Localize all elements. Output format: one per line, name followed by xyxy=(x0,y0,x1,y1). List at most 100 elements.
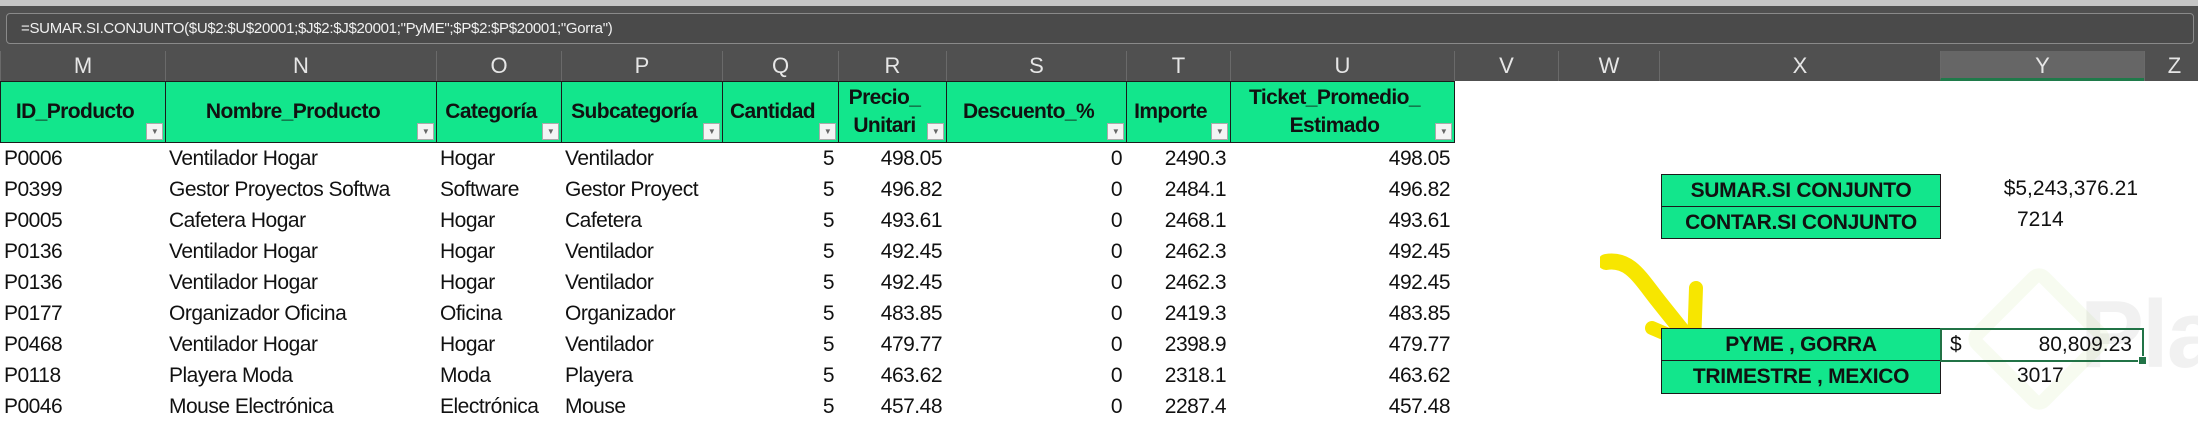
trimestre-mexico-label[interactable]: TRIMESTRE , MEXICO xyxy=(1661,360,1941,394)
table-cell-N[interactable]: Playera Moda xyxy=(165,360,438,391)
table-cell-Q[interactable]: 5 xyxy=(722,298,838,329)
column-header-R[interactable]: R xyxy=(838,51,946,81)
table-cell-N[interactable]: Ventilador Hogar xyxy=(165,329,438,360)
table-cell-Q[interactable]: 5 xyxy=(722,205,838,236)
filter-dropdown-icon[interactable]: ▼ xyxy=(417,123,434,140)
table-cell-T[interactable]: 2484.1 xyxy=(1126,174,1230,205)
selected-cell-Y[interactable]: $ 80,809.23 xyxy=(1940,328,2147,365)
table-cell-R[interactable]: 457.48 xyxy=(838,391,946,422)
sumar-si-conjunto-label[interactable]: SUMAR.SI CONJUNTO xyxy=(1661,174,1941,208)
table-cell-O[interactable]: Electrónica xyxy=(436,391,561,422)
table-cell-O[interactable]: Hogar xyxy=(436,143,561,174)
table-cell-R[interactable]: 479.77 xyxy=(838,329,946,360)
table-cell-P[interactable]: Ventilador xyxy=(561,329,722,360)
table-cell-S[interactable]: 0 xyxy=(946,143,1126,174)
table-cell-U[interactable]: 492.45 xyxy=(1230,236,1454,267)
table-cell-T[interactable]: 2419.3 xyxy=(1126,298,1230,329)
filter-dropdown-icon[interactable]: ▼ xyxy=(542,123,559,140)
column-header-Q[interactable]: Q xyxy=(722,51,838,81)
fill-handle[interactable] xyxy=(2138,356,2147,365)
table-cell-P[interactable]: Cafetera xyxy=(561,205,722,236)
table-cell-R[interactable]: 463.62 xyxy=(838,360,946,391)
table-cell-M[interactable]: P0005 xyxy=(0,205,165,236)
table-cell-R[interactable]: 493.61 xyxy=(838,205,946,236)
trimestre-mexico-value[interactable]: 3017 xyxy=(2017,364,2064,388)
table-cell-R[interactable]: 498.05 xyxy=(838,143,946,174)
table-cell-U[interactable]: 479.77 xyxy=(1230,329,1454,360)
table-cell-S[interactable]: 0 xyxy=(946,205,1126,236)
filter-dropdown-icon[interactable]: ▼ xyxy=(819,123,836,140)
table-cell-T[interactable]: 2318.1 xyxy=(1126,360,1230,391)
table-cell-T[interactable]: 2490.3 xyxy=(1126,143,1230,174)
table-cell-T[interactable]: 2462.3 xyxy=(1126,236,1230,267)
table-cell-S[interactable]: 0 xyxy=(946,267,1126,298)
table-cell-P[interactable]: Ventilador xyxy=(561,236,722,267)
filter-dropdown-icon[interactable]: ▼ xyxy=(1211,123,1228,140)
formula-bar[interactable]: =SUMAR.SI.CONJUNTO($U$2:$U$20001;$J$2:$J… xyxy=(6,13,2194,44)
table-cell-P[interactable]: Mouse xyxy=(561,391,722,422)
table-cell-T[interactable]: 2468.1 xyxy=(1126,205,1230,236)
table-cell-Q[interactable]: 5 xyxy=(722,391,838,422)
table-cell-R[interactable]: 492.45 xyxy=(838,236,946,267)
table-cell-R[interactable]: 492.45 xyxy=(838,267,946,298)
table-cell-O[interactable]: Hogar xyxy=(436,329,561,360)
table-cell-O[interactable]: Hogar xyxy=(436,267,561,298)
table-cell-S[interactable]: 0 xyxy=(946,174,1126,205)
column-header-O[interactable]: O xyxy=(436,51,561,81)
pyme-gorra-label[interactable]: PYME , GORRA xyxy=(1661,328,1941,362)
table-cell-U[interactable]: 457.48 xyxy=(1230,391,1454,422)
column-header-U[interactable]: U xyxy=(1230,51,1454,81)
table-cell-S[interactable]: 0 xyxy=(946,329,1126,360)
table-cell-O[interactable]: Oficina xyxy=(436,298,561,329)
table-cell-M[interactable]: P0468 xyxy=(0,329,165,360)
table-cell-Q[interactable]: 5 xyxy=(722,329,838,360)
table-cell-U[interactable]: 492.45 xyxy=(1230,267,1454,298)
table-cell-O[interactable]: Hogar xyxy=(436,205,561,236)
table-cell-M[interactable]: P0046 xyxy=(0,391,165,422)
filter-dropdown-icon[interactable]: ▼ xyxy=(146,123,163,140)
column-header-V[interactable]: V xyxy=(1454,51,1558,81)
sumar-si-conjunto-value[interactable]: $5,243,376.21 xyxy=(2004,177,2138,201)
table-cell-S[interactable]: 0 xyxy=(946,298,1126,329)
column-header-W[interactable]: W xyxy=(1558,51,1659,81)
table-cell-N[interactable]: Mouse Electrónica xyxy=(165,391,438,422)
column-header-S[interactable]: S xyxy=(946,51,1126,81)
table-cell-U[interactable]: 463.62 xyxy=(1230,360,1454,391)
table-cell-T[interactable]: 2462.3 xyxy=(1126,267,1230,298)
table-cell-M[interactable]: P0399 xyxy=(0,174,165,205)
table-cell-T[interactable]: 2398.9 xyxy=(1126,329,1230,360)
table-cell-M[interactable]: P0136 xyxy=(0,236,165,267)
column-header-T[interactable]: T xyxy=(1126,51,1230,81)
table-cell-U[interactable]: 498.05 xyxy=(1230,143,1454,174)
table-cell-S[interactable]: 0 xyxy=(946,236,1126,267)
table-cell-P[interactable]: Ventilador xyxy=(561,267,722,298)
table-cell-P[interactable]: Ventilador xyxy=(561,143,722,174)
table-cell-S[interactable]: 0 xyxy=(946,360,1126,391)
table-cell-O[interactable]: Software xyxy=(436,174,561,205)
table-cell-U[interactable]: 483.85 xyxy=(1230,298,1454,329)
table-cell-R[interactable]: 496.82 xyxy=(838,174,946,205)
table-cell-M[interactable]: P0136 xyxy=(0,267,165,298)
table-cell-T[interactable]: 2287.4 xyxy=(1126,391,1230,422)
table-cell-M[interactable]: P0118 xyxy=(0,360,165,391)
table-cell-Q[interactable]: 5 xyxy=(722,267,838,298)
contar-si-conjunto-value[interactable]: 7214 xyxy=(2017,208,2064,232)
column-header-Z[interactable]: Z xyxy=(2144,51,2198,81)
column-header-N[interactable]: N xyxy=(165,51,436,81)
table-cell-P[interactable]: Playera xyxy=(561,360,722,391)
table-cell-U[interactable]: 493.61 xyxy=(1230,205,1454,236)
table-cell-P[interactable]: Organizador xyxy=(561,298,722,329)
table-cell-N[interactable]: Ventilador Hogar xyxy=(165,143,438,174)
filter-dropdown-icon[interactable]: ▼ xyxy=(703,123,720,140)
table-cell-P[interactable]: Gestor Proyect xyxy=(561,174,722,205)
table-cell-Q[interactable]: 5 xyxy=(722,174,838,205)
table-cell-N[interactable]: Ventilador Hogar xyxy=(165,236,438,267)
filter-dropdown-icon[interactable]: ▼ xyxy=(927,123,944,140)
table-cell-S[interactable]: 0 xyxy=(946,391,1126,422)
filter-dropdown-icon[interactable]: ▼ xyxy=(1107,123,1124,140)
table-cell-R[interactable]: 483.85 xyxy=(838,298,946,329)
table-cell-Q[interactable]: 5 xyxy=(722,143,838,174)
column-header-X[interactable]: X xyxy=(1659,51,1940,81)
table-cell-O[interactable]: Hogar xyxy=(436,236,561,267)
column-header-P[interactable]: P xyxy=(561,51,722,81)
